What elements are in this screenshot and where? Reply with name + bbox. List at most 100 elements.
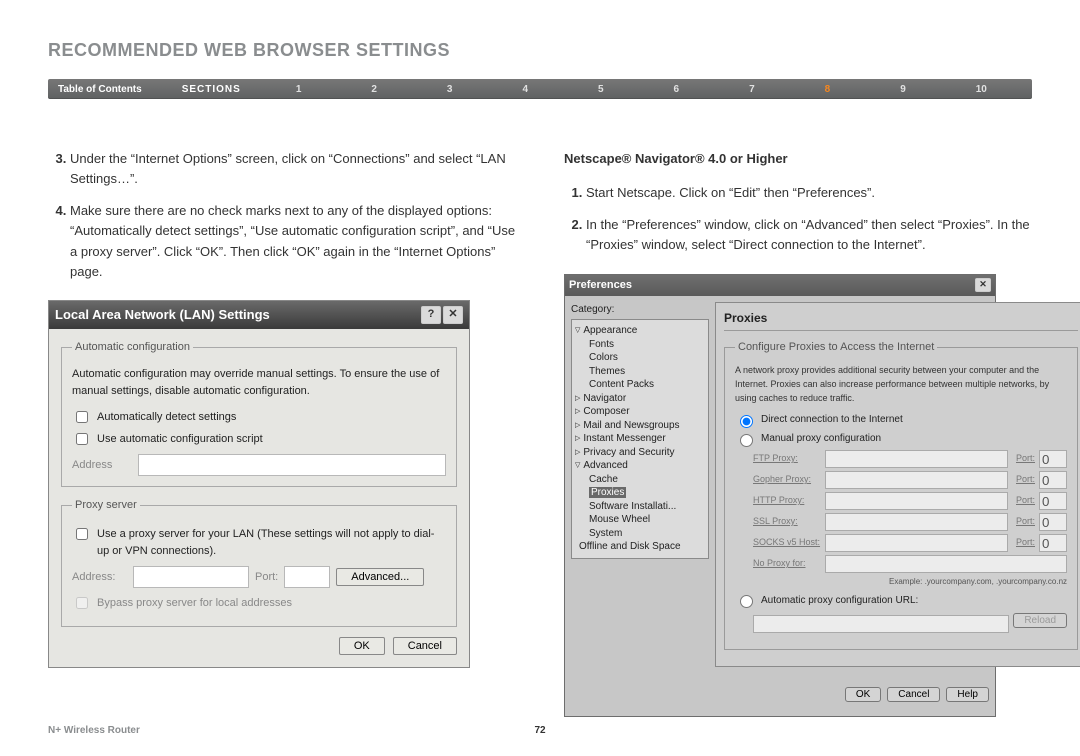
advanced-button[interactable]: Advanced...	[336, 568, 424, 586]
section-6[interactable]: 6	[674, 84, 680, 95]
pref-title: Preferences	[569, 277, 632, 294]
radio-auto[interactable]: Automatic proxy configuration URL:	[735, 592, 1067, 608]
ok-button[interactable]: OK	[339, 637, 385, 655]
cancel-button[interactable]: Cancel	[393, 637, 457, 655]
pref-help-button[interactable]: Help	[946, 687, 989, 702]
ssl-label: SSL Proxy:	[753, 515, 821, 529]
section-3[interactable]: 3	[447, 84, 453, 95]
help-icon[interactable]: ?	[421, 306, 441, 324]
toc-link[interactable]: Table of Contents	[58, 84, 142, 95]
section-nav: Table of Contents SECTIONS 12345678910	[48, 79, 1032, 99]
ftp-port-label: Port:	[1016, 452, 1035, 466]
pref-cancel-button[interactable]: Cancel	[887, 687, 940, 702]
category-tree[interactable]: ▽Appearance Fonts Colors Themes Content …	[571, 319, 709, 559]
section-8[interactable]: 8	[825, 84, 831, 95]
tree-colors[interactable]: Colors	[575, 351, 705, 365]
section-9[interactable]: 9	[900, 84, 906, 95]
ftp-label: FTP Proxy:	[753, 452, 821, 466]
cb-auto-detect[interactable]: Automatically detect settings	[72, 408, 446, 426]
radio-direct[interactable]: Direct connection to the Internet	[735, 412, 1067, 428]
section-1[interactable]: 1	[296, 84, 302, 95]
gopher-label: Gopher Proxy:	[753, 473, 821, 487]
left-step: Make sure there are no check marks next …	[70, 201, 516, 282]
tree-software[interactable]: Software Installati...	[575, 500, 705, 514]
tree-offline[interactable]: Offline and Disk Space	[575, 540, 705, 554]
section-5[interactable]: 5	[598, 84, 604, 95]
auto-config-desc: Automatic configuration may override man…	[72, 366, 446, 400]
auto-config-legend: Automatic configuration	[72, 339, 193, 356]
cb-auto-script-input[interactable]	[76, 433, 88, 445]
tree-mail[interactable]: Mail and Newsgroups	[583, 419, 679, 433]
lan-title: Local Area Network (LAN) Settings	[55, 305, 270, 325]
tree-proxies[interactable]: Proxies	[589, 487, 626, 498]
tree-appearance[interactable]: Appearance	[583, 324, 637, 338]
cb-use-proxy-label: Use a proxy server for your LAN (These s…	[97, 526, 446, 560]
ftp-input[interactable]	[825, 450, 1008, 468]
radio-auto-input[interactable]	[740, 595, 753, 608]
socks-port-input[interactable]	[1039, 534, 1067, 552]
footer-product: N+ Wireless Router	[48, 725, 140, 736]
proxy-address-label: Address:	[72, 569, 127, 586]
tree-privacy[interactable]: Privacy and Security	[583, 446, 674, 460]
cb-use-proxy[interactable]: Use a proxy server for your LAN (These s…	[72, 526, 446, 560]
section-4[interactable]: 4	[522, 84, 528, 95]
noproxy-label: No Proxy for:	[753, 557, 821, 571]
cb-auto-script[interactable]: Use automatic configuration script	[72, 430, 446, 448]
category-label: Category:	[571, 302, 709, 318]
radio-direct-input[interactable]	[740, 415, 753, 428]
tree-navigator[interactable]: Navigator	[583, 392, 626, 406]
script-address-input[interactable]	[138, 454, 446, 476]
auto-url-input[interactable]	[753, 615, 1009, 633]
proxies-heading: Proxies	[724, 309, 1078, 332]
ssl-port-input[interactable]	[1039, 513, 1067, 531]
proxies-legend: Configure Proxies to Access the Internet	[735, 339, 937, 356]
section-2[interactable]: 2	[371, 84, 377, 95]
socks-input[interactable]	[825, 534, 1008, 552]
http-label: HTTP Proxy:	[753, 494, 821, 508]
http-port-input[interactable]	[1039, 492, 1067, 510]
page-number: 72	[534, 725, 545, 736]
section-10[interactable]: 10	[976, 84, 987, 95]
cb-auto-detect-input[interactable]	[76, 411, 88, 423]
right-step: In the “Preferences” window, click on “A…	[586, 215, 1032, 255]
tree-cache[interactable]: Cache	[575, 473, 705, 487]
script-address-label: Address	[72, 457, 132, 474]
ftp-port-input[interactable]	[1039, 450, 1067, 468]
reload-button[interactable]: Reload	[1013, 613, 1067, 628]
tree-system[interactable]: System	[575, 527, 705, 541]
ssl-input[interactable]	[825, 513, 1008, 531]
cb-bypass[interactable]: Bypass proxy server for local addresses	[72, 594, 446, 612]
ssl-port-label: Port:	[1016, 515, 1035, 529]
tree-advanced[interactable]: Advanced	[583, 459, 627, 473]
close-icon[interactable]: ✕	[443, 306, 463, 324]
gopher-port-label: Port:	[1016, 473, 1035, 487]
pref-ok-button[interactable]: OK	[845, 687, 881, 702]
gopher-input[interactable]	[825, 471, 1008, 489]
radio-manual-input[interactable]	[740, 434, 753, 447]
tree-im[interactable]: Instant Messenger	[583, 432, 665, 446]
cb-auto-script-label: Use automatic configuration script	[97, 431, 263, 448]
gopher-port-input[interactable]	[1039, 471, 1067, 489]
radio-auto-label: Automatic proxy configuration URL:	[761, 593, 918, 609]
close-icon[interactable]: ✕	[975, 278, 991, 292]
proxy-legend: Proxy server	[72, 497, 140, 514]
radio-manual[interactable]: Manual proxy configuration	[735, 431, 1067, 447]
noproxy-input[interactable]	[825, 555, 1067, 573]
proxy-port-input[interactable]	[284, 566, 330, 588]
socks-label: SOCKS v5 Host:	[753, 536, 821, 550]
tree-mouse[interactable]: Mouse Wheel	[575, 513, 705, 527]
section-7[interactable]: 7	[749, 84, 755, 95]
right-column: Netscape® Navigator® 4.0 or Higher Start…	[564, 149, 1032, 717]
tree-composer[interactable]: Composer	[583, 405, 629, 419]
cb-use-proxy-input[interactable]	[76, 528, 88, 540]
tree-content-packs[interactable]: Content Packs	[575, 378, 705, 392]
socks-port-label: Port:	[1016, 536, 1035, 550]
preferences-dialog: Preferences ✕ Category: ▽Appearance Font…	[564, 274, 996, 718]
http-input[interactable]	[825, 492, 1008, 510]
proxy-address-input[interactable]	[133, 566, 249, 588]
tree-fonts[interactable]: Fonts	[575, 338, 705, 352]
tree-themes[interactable]: Themes	[575, 365, 705, 379]
cb-bypass-input[interactable]	[76, 597, 88, 609]
lan-settings-dialog: Local Area Network (LAN) Settings ? ✕ Au…	[48, 300, 470, 668]
radio-direct-label: Direct connection to the Internet	[761, 412, 903, 428]
